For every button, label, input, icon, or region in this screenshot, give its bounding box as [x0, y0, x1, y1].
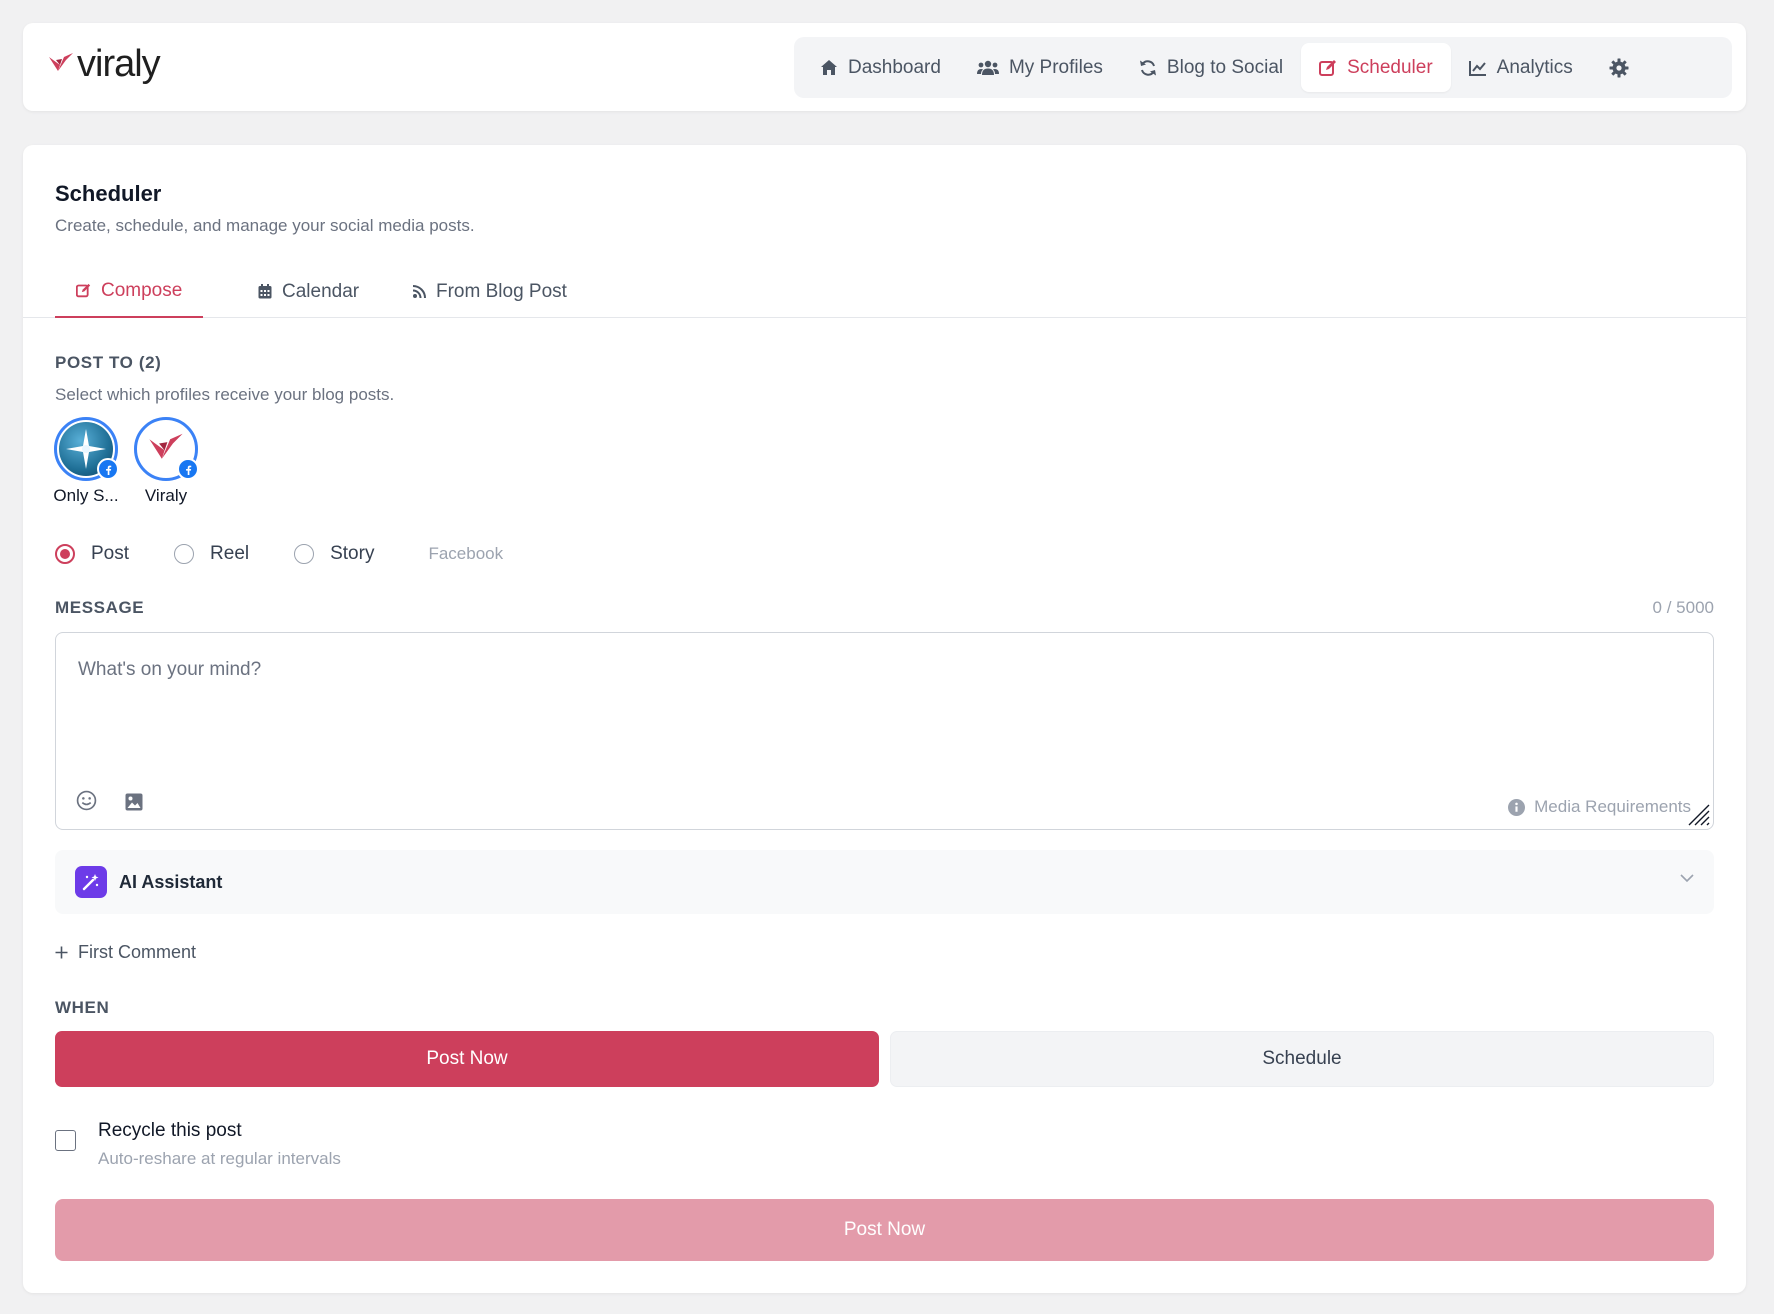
media-requirements-link[interactable]: Media Requirements — [1508, 797, 1691, 817]
emoji-icon[interactable] — [76, 790, 97, 816]
first-comment-label: First Comment — [78, 942, 197, 962]
post-now-submit-button[interactable]: Post Now — [55, 1199, 1714, 1261]
tab-label: Compose — [101, 279, 183, 301]
nav-item-my-profiles[interactable]: My Profiles — [959, 43, 1121, 92]
profile-name: Only S... — [53, 486, 119, 505]
resize-handle-icon[interactable] — [1685, 801, 1711, 827]
nav-label: My Profiles — [1008, 56, 1103, 78]
viraly-logo[interactable]: viraly — [47, 43, 161, 85]
tab-label: Calendar — [282, 280, 360, 302]
users-icon — [976, 60, 999, 75]
radio-story[interactable]: Story — [294, 543, 374, 565]
scheduler-card: Scheduler Create, schedule, and manage y… — [23, 145, 1746, 1293]
profile-name: Viraly — [144, 486, 188, 505]
recycle-checkbox[interactable] — [55, 1130, 76, 1151]
post-to-hint: Select which profiles receive your blog … — [55, 385, 395, 404]
add-first-comment-button[interactable]: First Comment — [55, 942, 196, 963]
character-counter: 0 / 5000 — [1652, 598, 1714, 617]
chevron-down-icon — [1680, 874, 1694, 883]
message-label: MESSAGE — [55, 598, 145, 617]
edit-icon — [1319, 59, 1337, 76]
facebook-badge-icon — [97, 458, 119, 480]
post-type-group: Post Reel Story Facebook — [55, 539, 503, 569]
schedule-option-button[interactable]: Schedule — [890, 1031, 1714, 1087]
profile-only-s[interactable]: Only S... — [50, 417, 122, 506]
logo-text: viraly — [77, 43, 161, 85]
settings-button[interactable] — [1591, 43, 1647, 92]
nav-label: Blog to Social — [1166, 56, 1284, 78]
hummingbird-logo-icon — [49, 53, 73, 71]
post-now-option-button[interactable]: Post Now — [55, 1031, 879, 1087]
nav-item-blog-to-social[interactable]: Blog to Social — [1121, 43, 1301, 92]
recycle-title: Recycle this post — [98, 1120, 242, 1141]
page-subtitle: Create, schedule, and manage your social… — [55, 216, 475, 235]
radio-indicator — [55, 544, 75, 564]
when-label: WHEN — [55, 998, 110, 1017]
main-nav: Dashboard My Profiles Blog to Social Sch… — [794, 37, 1732, 98]
message-box: Media Requirements — [55, 632, 1714, 830]
tab-from-blog-post[interactable]: From Blog Post — [412, 265, 567, 318]
page-title: Scheduler — [55, 181, 162, 206]
top-navbar: viraly Dashboard My Profiles Blog to Soc… — [23, 23, 1746, 111]
radio-post[interactable]: Post — [55, 543, 129, 565]
recycle-subtitle: Auto-reshare at regular intervals — [98, 1149, 341, 1168]
profile-viraly[interactable]: Viraly — [130, 417, 202, 506]
nav-label: Dashboard — [848, 56, 941, 78]
tab-label: From Blog Post — [436, 280, 567, 302]
radio-label: Post — [91, 543, 130, 564]
media-requirements-label: Media Requirements — [1534, 797, 1691, 816]
post-to-label: POST TO (2) — [55, 353, 162, 372]
nav-item-scheduler[interactable]: Scheduler — [1301, 43, 1451, 92]
image-icon[interactable] — [125, 793, 143, 816]
gear-icon — [1609, 58, 1629, 77]
info-icon — [1508, 798, 1526, 816]
radio-label: Story — [330, 543, 375, 564]
facebook-badge-icon — [177, 458, 199, 480]
radio-indicator — [174, 544, 195, 564]
ai-assistant-toggle[interactable]: AI Assistant — [55, 850, 1714, 914]
radio-indicator — [294, 544, 315, 564]
avatar — [134, 417, 199, 481]
message-input[interactable] — [56, 633, 1713, 783]
rss-icon — [412, 284, 426, 298]
calendar-icon — [258, 284, 272, 299]
plus-icon — [55, 946, 68, 959]
nav-item-dashboard[interactable]: Dashboard — [802, 43, 959, 92]
magic-wand-icon — [75, 866, 107, 898]
scheduler-tabs: Compose Calendar From Blog Post — [23, 265, 1746, 318]
home-icon — [821, 60, 837, 75]
edit-icon — [76, 283, 91, 298]
nav-label: Scheduler — [1347, 56, 1433, 78]
ai-assistant-label: AI Assistant — [119, 871, 223, 892]
nav-label: Analytics — [1496, 56, 1573, 78]
sync-icon — [1139, 59, 1156, 76]
avatar — [54, 417, 119, 481]
platform-note: Facebook — [428, 544, 504, 563]
chart-line-icon — [1468, 60, 1486, 76]
nav-item-analytics[interactable]: Analytics — [1451, 43, 1591, 92]
radio-reel[interactable]: Reel — [174, 543, 249, 565]
radio-label: Reel — [210, 543, 250, 564]
tab-compose[interactable]: Compose — [55, 265, 204, 318]
tab-calendar[interactable]: Calendar — [258, 265, 359, 318]
